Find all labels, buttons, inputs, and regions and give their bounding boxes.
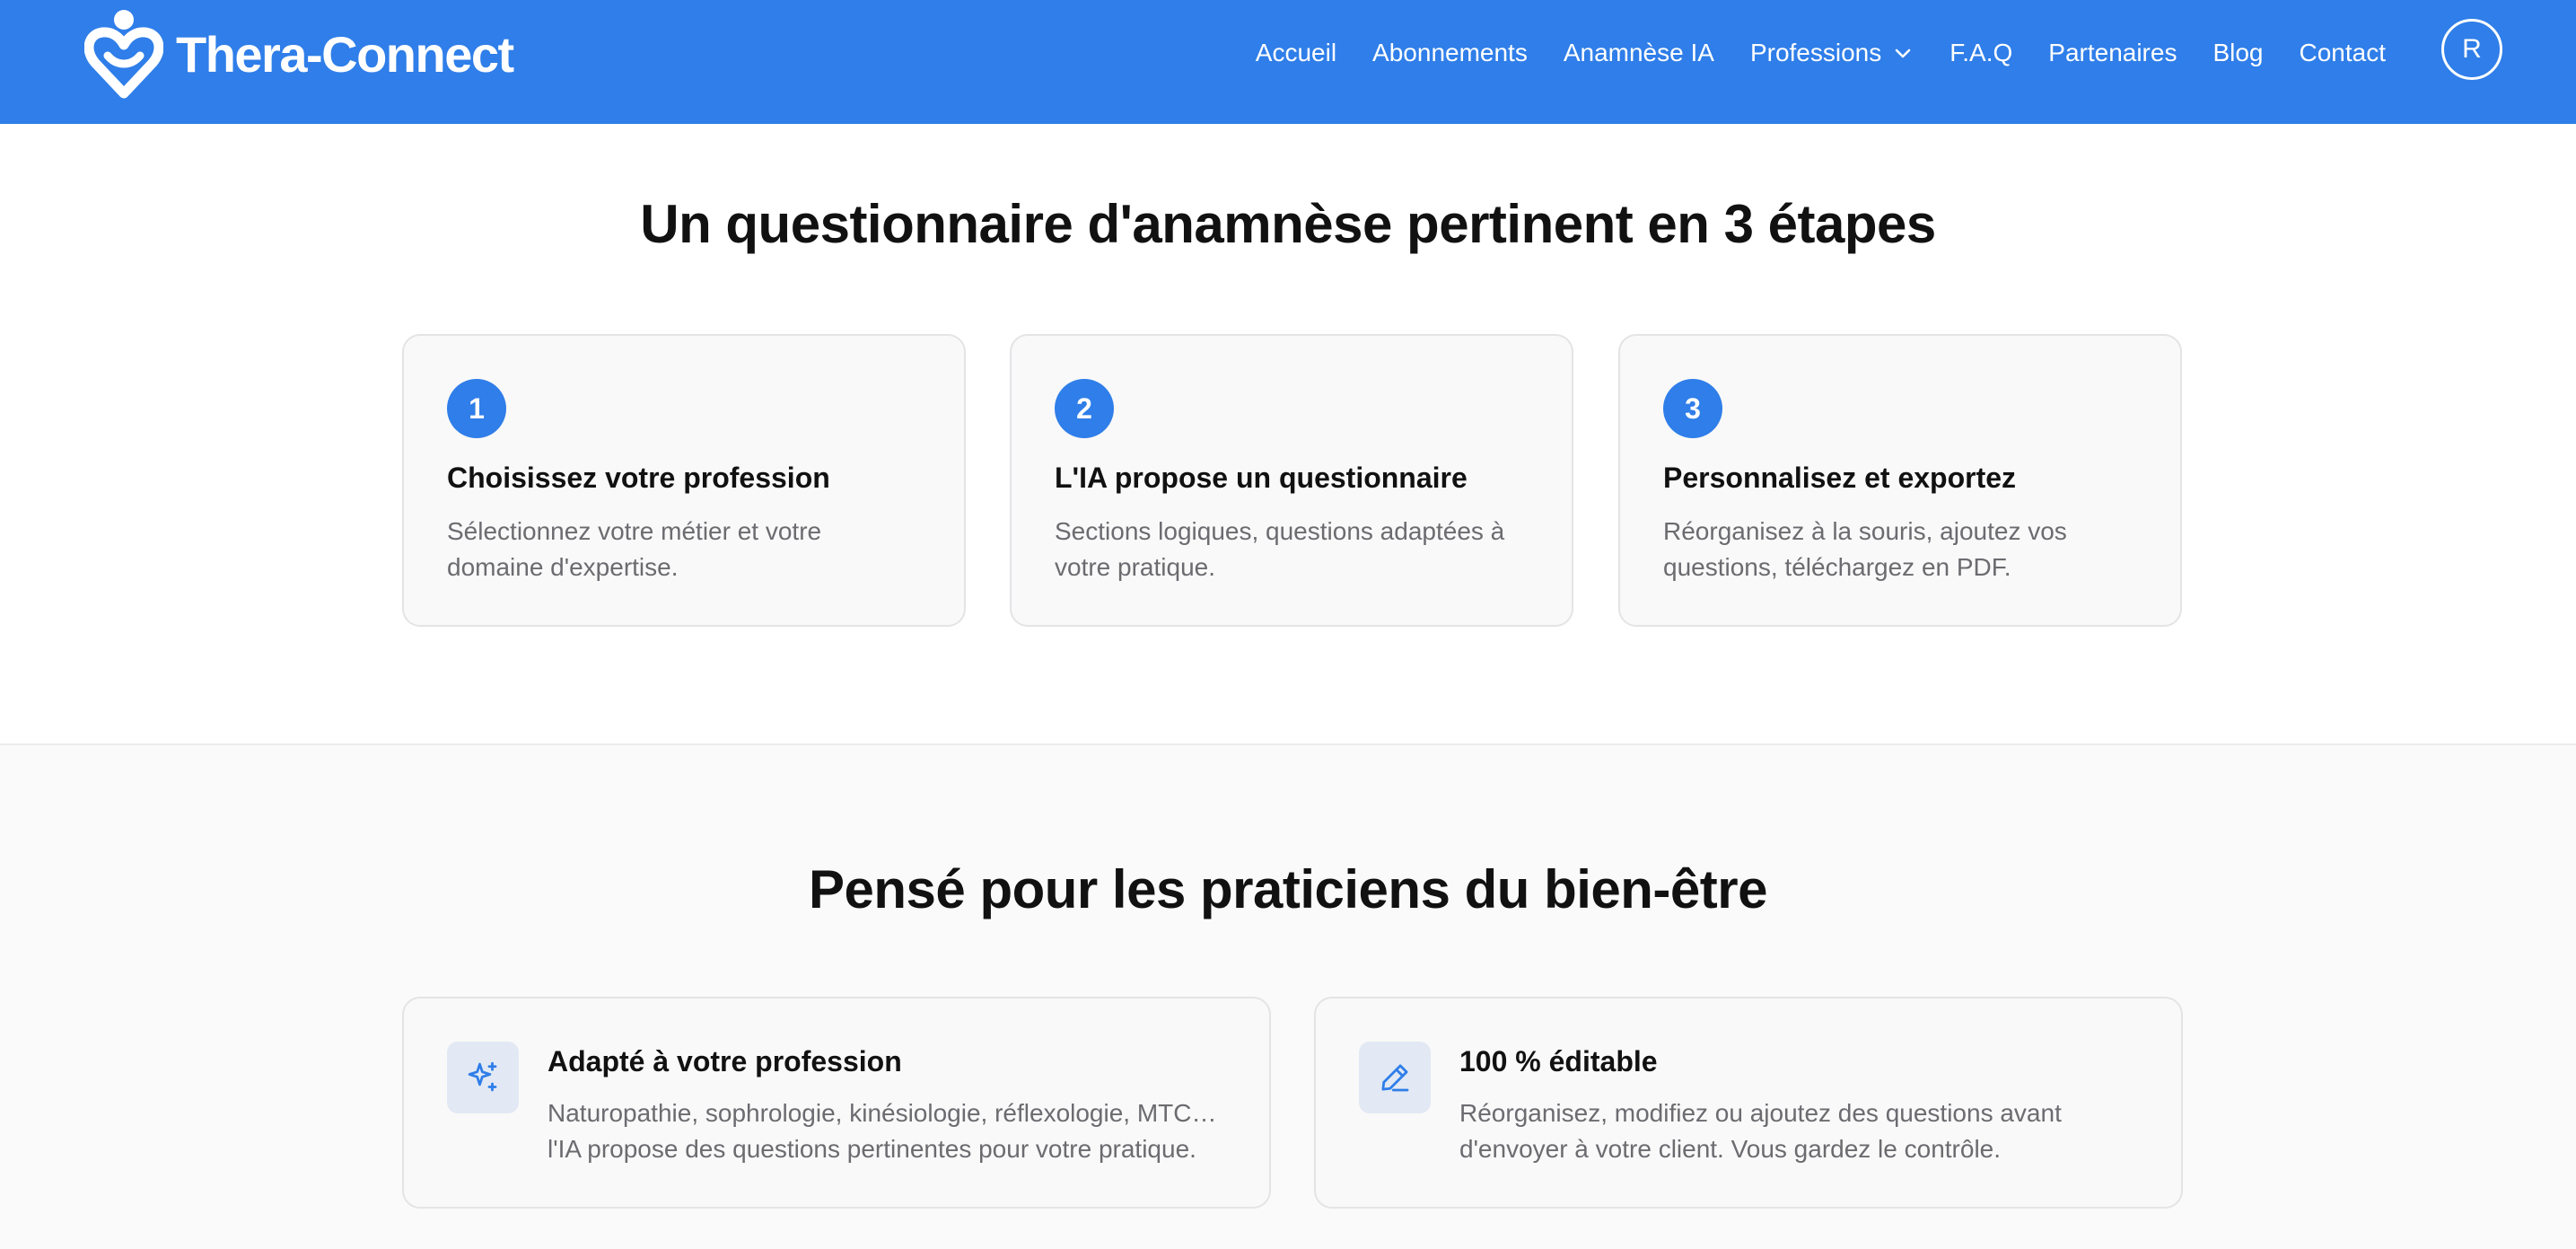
brand-logo[interactable]: Thera-Connect bbox=[84, 7, 514, 101]
nav-faq[interactable]: F.A.Q bbox=[1950, 39, 2012, 67]
step-description: Sections logiques, questions adaptées à … bbox=[1055, 514, 1539, 585]
step-title: L'IA propose un questionnaire bbox=[1055, 462, 1468, 494]
nav-blog[interactable]: Blog bbox=[2212, 39, 2263, 67]
step-description-line: Réorganisez à la souris, ajoutez vos bbox=[1663, 517, 2067, 545]
nav-professions-dropdown[interactable]: Professions bbox=[1750, 39, 1914, 67]
step-description-line: questions, téléchargez en PDF. bbox=[1663, 553, 2011, 581]
nav-partenaires[interactable]: Partenaires bbox=[2048, 39, 2177, 67]
user-avatar-button[interactable]: R bbox=[2441, 19, 2502, 80]
feature-description-line: d'envoyer à votre client. Vous gardez le… bbox=[1459, 1135, 2002, 1163]
step-number-badge: 2 bbox=[1055, 379, 1114, 438]
step-description-line: Sélectionnez votre métier et votre bbox=[447, 517, 822, 545]
step-card-2: 2 L'IA propose un questionnaire Sections… bbox=[1010, 334, 1573, 627]
nav-accueil[interactable]: Accueil bbox=[1256, 39, 1336, 67]
step-description: Sélectionnez votre métier et votre domai… bbox=[447, 514, 932, 585]
pencil-icon bbox=[1381, 1064, 1409, 1092]
sparkles-icon bbox=[468, 1061, 497, 1092]
nav-abonnements[interactable]: Abonnements bbox=[1372, 39, 1528, 67]
feature-title: 100 % éditable bbox=[1459, 1045, 1658, 1077]
nav-contact[interactable]: Contact bbox=[2300, 39, 2387, 67]
feature-description-line: Réorganisez, modifiez ou ajoutez des que… bbox=[1459, 1099, 2062, 1127]
feature-description-line: l'IA propose des questions pertinentes p… bbox=[548, 1135, 1196, 1163]
feature-icon-box bbox=[447, 1042, 519, 1113]
brand-name: Thera-Connect bbox=[176, 25, 514, 83]
feature-description: Naturopathie, sophrologie, kinésiologie,… bbox=[548, 1095, 1217, 1167]
feature-icon-box bbox=[1359, 1042, 1431, 1113]
feature-description-line: Naturopathie, sophrologie, kinésiologie,… bbox=[548, 1099, 1217, 1127]
top-navbar: Thera-Connect Accueil Abonnements Anamnè… bbox=[0, 0, 2576, 124]
step-description-line: domaine d'expertise. bbox=[447, 553, 679, 581]
step-number-badge: 1 bbox=[447, 379, 506, 438]
feature-title: Adapté à votre profession bbox=[548, 1045, 902, 1077]
step-card-1: 1 Choisissez votre profession Sélectionn… bbox=[402, 334, 966, 627]
main-nav: Accueil Abonnements Anamnèse IA Professi… bbox=[1256, 0, 2386, 106]
step-title: Personnalisez et exportez bbox=[1663, 462, 2017, 494]
step-description-line: Sections logiques, questions adaptées à bbox=[1055, 517, 1505, 545]
step-description: Réorganisez à la souris, ajoutez vos que… bbox=[1663, 514, 2148, 585]
feature-card-profession: Adapté à votre profession Naturopathie, … bbox=[402, 997, 1271, 1209]
step-title: Choisissez votre profession bbox=[447, 462, 830, 494]
steps-section-title: Un questionnaire d'anamnèse pertinent en… bbox=[640, 194, 1936, 254]
nav-professions-label: Professions bbox=[1749, 39, 1882, 66]
features-section: Pensé pour les praticiens du bien-être A… bbox=[0, 743, 2576, 1249]
step-description-line: votre pratique. bbox=[1055, 553, 1215, 581]
nav-anamnese-ia[interactable]: Anamnèse IA bbox=[1564, 39, 1714, 67]
features-section-title: Pensé pour les praticiens du bien-être bbox=[809, 859, 1767, 919]
feature-card-editable: 100 % éditable Réorganisez, modifiez ou … bbox=[1314, 997, 2183, 1209]
chevron-down-icon bbox=[1895, 48, 1911, 58]
step-card-3: 3 Personnalisez et exportez Réorganisez … bbox=[1618, 334, 2182, 627]
steps-section: Un questionnaire d'anamnèse pertinent en… bbox=[0, 124, 2576, 743]
feature-description: Réorganisez, modifiez ou ajoutez des que… bbox=[1459, 1095, 2062, 1167]
heart-person-logo-icon bbox=[84, 10, 163, 99]
step-number-badge: 3 bbox=[1663, 379, 1722, 438]
